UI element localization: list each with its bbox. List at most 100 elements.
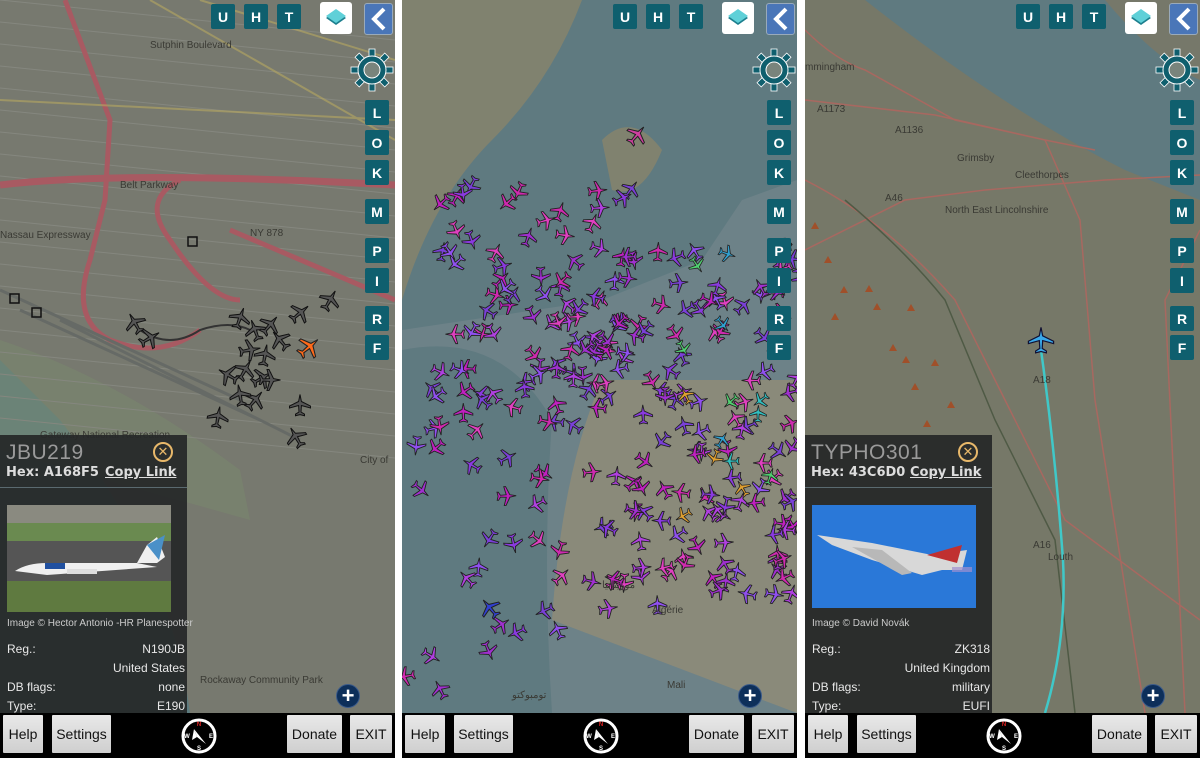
zoom-in-button[interactable]: + <box>1141 684 1165 708</box>
compass-button[interactable]: N S W E <box>180 717 218 755</box>
side-button-k[interactable]: K <box>365 160 389 185</box>
aircraft-marker[interactable] <box>240 385 270 415</box>
aircraft-marker[interactable] <box>546 359 568 380</box>
compass-button[interactable]: N S W E <box>582 717 620 755</box>
aircraft-marker[interactable] <box>285 298 315 328</box>
aircraft-marker[interactable] <box>206 405 230 430</box>
settings-button[interactable]: Settings <box>857 715 916 753</box>
map-canvas[interactable] <box>402 0 797 713</box>
compass-button[interactable]: N S W E <box>985 717 1023 755</box>
side-button-p[interactable]: P <box>767 238 791 263</box>
aircraft-marker[interactable] <box>657 358 683 384</box>
layers-button[interactable] <box>722 2 754 34</box>
map-view[interactable]: Algérie Mali موريتانيا تومبوكتو <box>402 0 797 713</box>
selected-aircraft-marker[interactable] <box>293 331 326 364</box>
side-button-i[interactable]: I <box>1170 268 1194 293</box>
exit-button[interactable]: EXIT <box>752 715 794 753</box>
back-button[interactable] <box>1169 3 1198 35</box>
svg-text:E: E <box>611 734 615 740</box>
side-button-o[interactable]: O <box>1170 130 1194 155</box>
aircraft-marker[interactable] <box>668 273 689 294</box>
aircraft-marker[interactable] <box>730 292 757 319</box>
settings-button[interactable]: Settings <box>52 715 111 753</box>
side-button-f[interactable]: F <box>767 335 791 360</box>
map-feature <box>402 346 552 713</box>
aircraft-marker[interactable] <box>258 369 281 391</box>
help-button[interactable]: Help <box>405 715 445 753</box>
settings-gear-button[interactable] <box>751 47 797 93</box>
exit-button[interactable]: EXIT <box>1155 715 1197 753</box>
donate-button[interactable]: Donate <box>1092 715 1147 753</box>
aircraft-photo[interactable] <box>812 505 976 612</box>
map-label: Cleethorpes <box>1015 170 1069 181</box>
info-row: Type: EUFI <box>812 699 990 713</box>
back-button[interactable] <box>364 3 393 35</box>
top-button-h[interactable]: H <box>244 4 268 29</box>
selected-aircraft-marker[interactable] <box>1027 327 1055 354</box>
side-button-f[interactable]: F <box>365 335 389 360</box>
side-button-p[interactable]: P <box>365 238 389 263</box>
aircraft-marker[interactable] <box>706 274 730 298</box>
aircraft-marker[interactable] <box>662 321 688 347</box>
aircraft-marker[interactable] <box>289 394 311 417</box>
hex-label: Hex: <box>6 465 40 480</box>
layers-button[interactable] <box>1125 2 1157 34</box>
aircraft-marker[interactable] <box>716 243 738 264</box>
side-button-k[interactable]: K <box>767 160 791 185</box>
hex-label: Hex: <box>811 465 845 480</box>
aircraft-marker[interactable] <box>673 297 699 323</box>
aircraft-marker[interactable] <box>445 324 466 345</box>
side-button-m[interactable]: M <box>365 199 389 224</box>
side-button-m[interactable]: M <box>767 199 791 224</box>
side-button-l[interactable]: L <box>365 100 389 125</box>
image-credit: Image © David Novák <box>812 618 910 629</box>
copy-link[interactable]: Copy Link <box>910 465 981 480</box>
aircraft-marker[interactable] <box>521 342 548 369</box>
aircraft-marker[interactable] <box>316 286 345 315</box>
top-button-t[interactable]: T <box>277 4 301 29</box>
help-button[interactable]: Help <box>3 715 43 753</box>
map-feature <box>0 153 395 195</box>
side-button-i[interactable]: I <box>767 268 791 293</box>
top-button-t[interactable]: T <box>679 4 703 29</box>
donate-button[interactable]: Donate <box>287 715 342 753</box>
back-button[interactable] <box>766 3 795 35</box>
copy-link[interactable]: Copy Link <box>105 465 176 480</box>
side-button-r[interactable]: R <box>767 306 791 331</box>
side-button-k[interactable]: K <box>1170 160 1194 185</box>
aircraft-marker[interactable] <box>237 338 263 362</box>
hex-line: Hex: A168F5 <box>6 465 99 480</box>
side-button-o[interactable]: O <box>365 130 389 155</box>
close-popup-button[interactable]: ✕ <box>153 442 173 462</box>
close-popup-button[interactable]: ✕ <box>958 442 978 462</box>
side-button-i[interactable]: I <box>365 268 389 293</box>
top-button-u[interactable]: U <box>211 4 235 29</box>
settings-button[interactable]: Settings <box>454 715 513 753</box>
top-button-t[interactable]: T <box>1082 4 1106 29</box>
map-feature <box>840 286 848 293</box>
top-button-u[interactable]: U <box>1016 4 1040 29</box>
side-button-r[interactable]: R <box>365 306 389 331</box>
zoom-in-button[interactable]: + <box>738 684 762 708</box>
side-button-o[interactable]: O <box>767 130 791 155</box>
zoom-in-button[interactable]: + <box>336 684 360 708</box>
top-button-u[interactable]: U <box>613 4 637 29</box>
layers-button[interactable] <box>320 2 352 34</box>
side-button-r[interactable]: R <box>1170 306 1194 331</box>
side-button-f[interactable]: F <box>1170 335 1194 360</box>
top-button-h[interactable]: H <box>1049 4 1073 29</box>
settings-gear-button[interactable] <box>1154 47 1200 93</box>
help-button[interactable]: Help <box>808 715 848 753</box>
side-button-l[interactable]: L <box>1170 100 1194 125</box>
aircraft-marker[interactable] <box>650 293 674 317</box>
top-button-h[interactable]: H <box>646 4 670 29</box>
side-button-m[interactable]: M <box>1170 199 1194 224</box>
side-button-p[interactable]: P <box>1170 238 1194 263</box>
exit-button[interactable]: EXIT <box>350 715 392 753</box>
settings-gear-button[interactable] <box>349 47 395 93</box>
aircraft-marker[interactable] <box>226 305 253 332</box>
side-button-l[interactable]: L <box>767 100 791 125</box>
aircraft-marker[interactable] <box>265 325 295 355</box>
aircraft-photo[interactable] <box>7 505 171 612</box>
donate-button[interactable]: Donate <box>689 715 744 753</box>
